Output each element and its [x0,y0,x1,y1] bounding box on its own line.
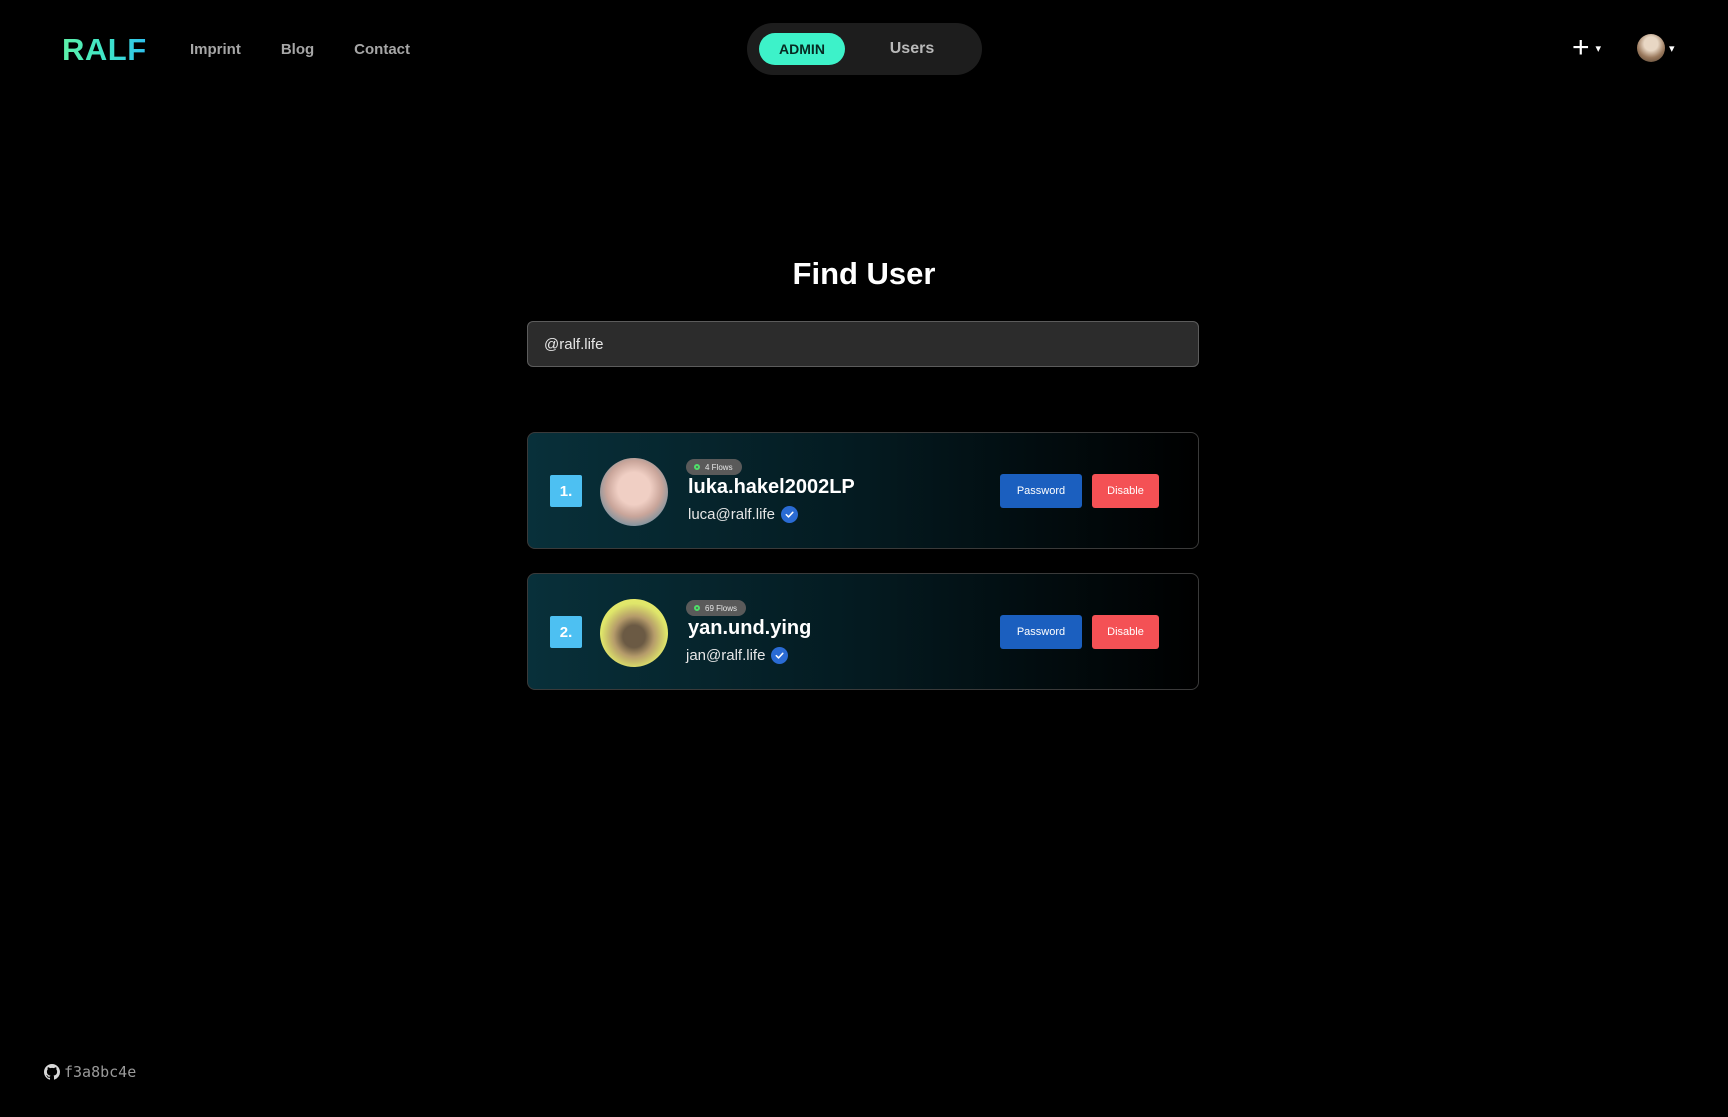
account-menu-button[interactable]: ▾ [1637,34,1675,62]
user-avatar [600,599,668,667]
nav-imprint[interactable]: Imprint [190,41,241,58]
logo[interactable]: RALF [62,32,147,68]
username: luka.hakel2002LP [688,476,855,498]
chevron-down-icon: ▾ [1595,42,1602,55]
user-email: jan@ralf.life [686,647,766,664]
flows-badge: 69 Flows [686,600,747,616]
plus-icon: + [1572,31,1590,64]
search-input[interactable] [527,321,1199,367]
flows-count: 69 Flows [705,603,738,613]
chevron-down-icon: ▾ [1669,42,1675,55]
avatar [1637,34,1665,62]
email-row: jan@ralf.life [686,647,789,664]
page: RALF Imprint Blog Contact ADMIN Users + … [0,0,1728,1117]
add-menu-button[interactable]: + ▾ [1572,31,1618,64]
commit-hash: f3a8bc4e [64,1063,137,1081]
rank-badge: 1. [550,475,582,507]
status-dot-icon [694,464,700,470]
main-nav: Imprint Blog Contact [190,41,410,58]
nav-contact[interactable]: Contact [354,41,410,58]
page-title: Find User [792,256,936,291]
mode-admin-tab[interactable]: ADMIN [759,33,845,65]
disable-user-button[interactable]: Disable [1092,615,1159,649]
rank-badge: 2. [550,616,582,648]
email-row: luca@ralf.life [688,506,798,523]
username: yan.und.ying [688,617,812,639]
disable-user-button[interactable]: Disable [1092,474,1159,508]
flows-count: 4 Flows [705,462,733,472]
user-avatar [600,458,668,526]
verified-check-icon [780,506,798,523]
commit-link[interactable]: f3a8bc4e [44,1063,136,1081]
verified-check-icon [771,647,789,664]
mode-users-tab[interactable]: Users [867,33,957,65]
flows-badge: 4 Flows [686,459,742,475]
reset-password-button[interactable]: Password [1000,615,1082,649]
github-icon [44,1064,60,1080]
reset-password-button[interactable]: Password [1000,474,1082,508]
nav-blog[interactable]: Blog [281,41,314,58]
user-card: 2. 69 Flows yan.und.ying jan@ralf.life P… [527,573,1199,690]
user-card: 1. 4 Flows luka.hakel2002LP luca@ralf.li… [527,432,1199,549]
mode-switch: ADMIN Users [747,23,982,75]
status-dot-icon [694,605,700,611]
user-email: luca@ralf.life [688,506,775,523]
